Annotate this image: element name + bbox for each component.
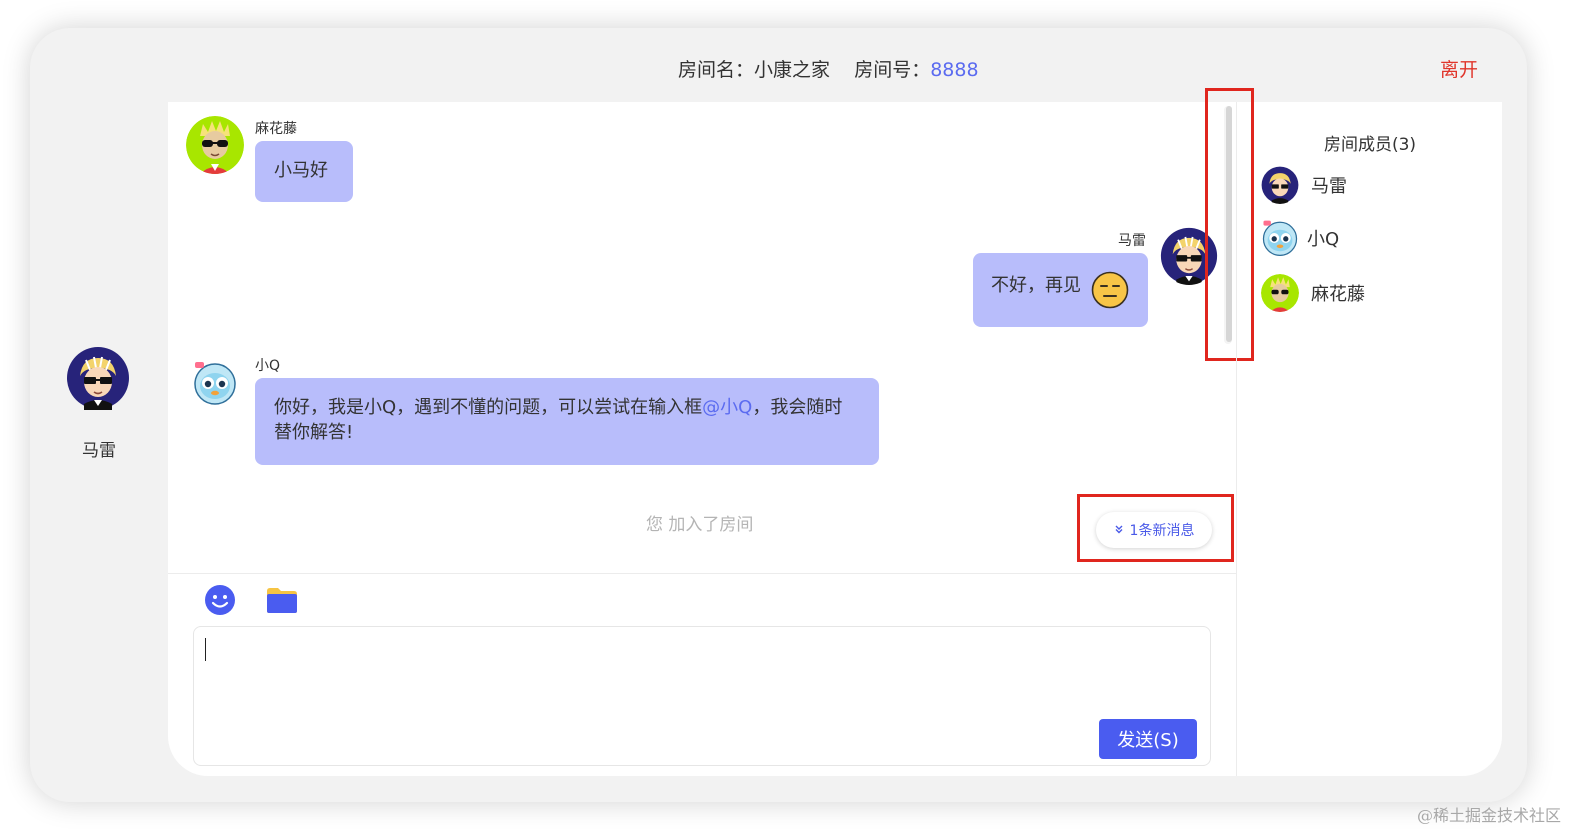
sunglasses-boy-avatar: [67, 347, 129, 410]
message-bubble[interactable]: 你好，我是小Q，遇到不懂的问题，可以尝试在输入框@小Q，我会随时替你解答!: [255, 378, 879, 465]
members-title: 房间成员(3): [1323, 135, 1417, 155]
self-user-panel: 马雷: [30, 28, 168, 802]
system-note: 您 加入了房间: [646, 515, 754, 535]
room-name: 小康之家: [754, 59, 831, 81]
watermark: @稀土掘金技术社区: [1416, 806, 1561, 825]
message-input[interactable]: [193, 626, 1211, 766]
member-name: 小Q: [1307, 229, 1340, 250]
room-info: 房间名：小康之家 房间号：8888: [678, 55, 979, 82]
new-messages-highlight-box: [1077, 494, 1234, 562]
member-item[interactable]: 马雷: [1261, 164, 1481, 204]
mention-link[interactable]: @小Q: [702, 397, 752, 418]
message-avatar[interactable]: [186, 116, 244, 174]
lime-sunglasses-avatar: [186, 116, 244, 174]
message-text: 你好，我是小Q，遇到不懂的问题，可以尝试在输入框: [274, 397, 703, 418]
room-name-label: 房间名：: [678, 59, 755, 81]
smiley-face-icon[interactable]: [204, 584, 236, 616]
room-number-label: 房间号：: [854, 59, 931, 81]
main-panel: 麻花藤 小马好 马雷 不好，再见 小Q 你好，我是小Q，遇到不懂的问题，可以尝试…: [168, 88, 1502, 776]
member-name: 马雷: [1311, 176, 1347, 197]
self-name: 马雷: [82, 441, 116, 461]
member-avatar: [1261, 274, 1299, 312]
message-text: 不好，再见: [991, 275, 1081, 296]
member-item[interactable]: 小Q: [1261, 217, 1481, 257]
message-text: 小马好: [274, 160, 328, 181]
send-button[interactable]: 发送(S): [1099, 719, 1197, 759]
self-avatar[interactable]: [66, 346, 130, 410]
member-item[interactable]: 麻花藤: [1261, 272, 1481, 312]
room-header: 房间名：小康之家 房间号：8888 离开: [168, 28, 1502, 102]
member-avatar: [1261, 166, 1299, 204]
chat-message-list[interactable]: 麻花藤 小马好 马雷 不好，再见 小Q 你好，我是小Q，遇到不懂的问题，可以尝试…: [168, 88, 1254, 574]
penguin-bot-avatar: [194, 362, 236, 405]
message-bubble[interactable]: 小马好: [255, 141, 353, 202]
folder-icon[interactable]: [266, 584, 298, 616]
member-panel: 房间成员(3) 马雷 小Q 麻花藤: [1236, 102, 1502, 776]
member-name: 麻花藤: [1311, 284, 1365, 305]
room-number: 8888: [930, 59, 979, 81]
lime-sunglasses-avatar: [1261, 274, 1299, 312]
penguin-bot-avatar: [1262, 220, 1298, 256]
message-sender: 小Q: [255, 358, 281, 374]
member-avatar: [1261, 219, 1299, 257]
leave-button[interactable]: 离开: [1440, 55, 1478, 82]
expressionless-face-emoji: [1091, 271, 1129, 316]
sunglasses-boy-avatar: [1261, 166, 1299, 204]
message-sender: 马雷: [1118, 233, 1146, 249]
message-sender: 麻花藤: [255, 121, 297, 137]
message-bubble[interactable]: 不好，再见: [973, 253, 1148, 327]
text-caret: [205, 638, 206, 661]
message-avatar[interactable]: [192, 360, 238, 406]
